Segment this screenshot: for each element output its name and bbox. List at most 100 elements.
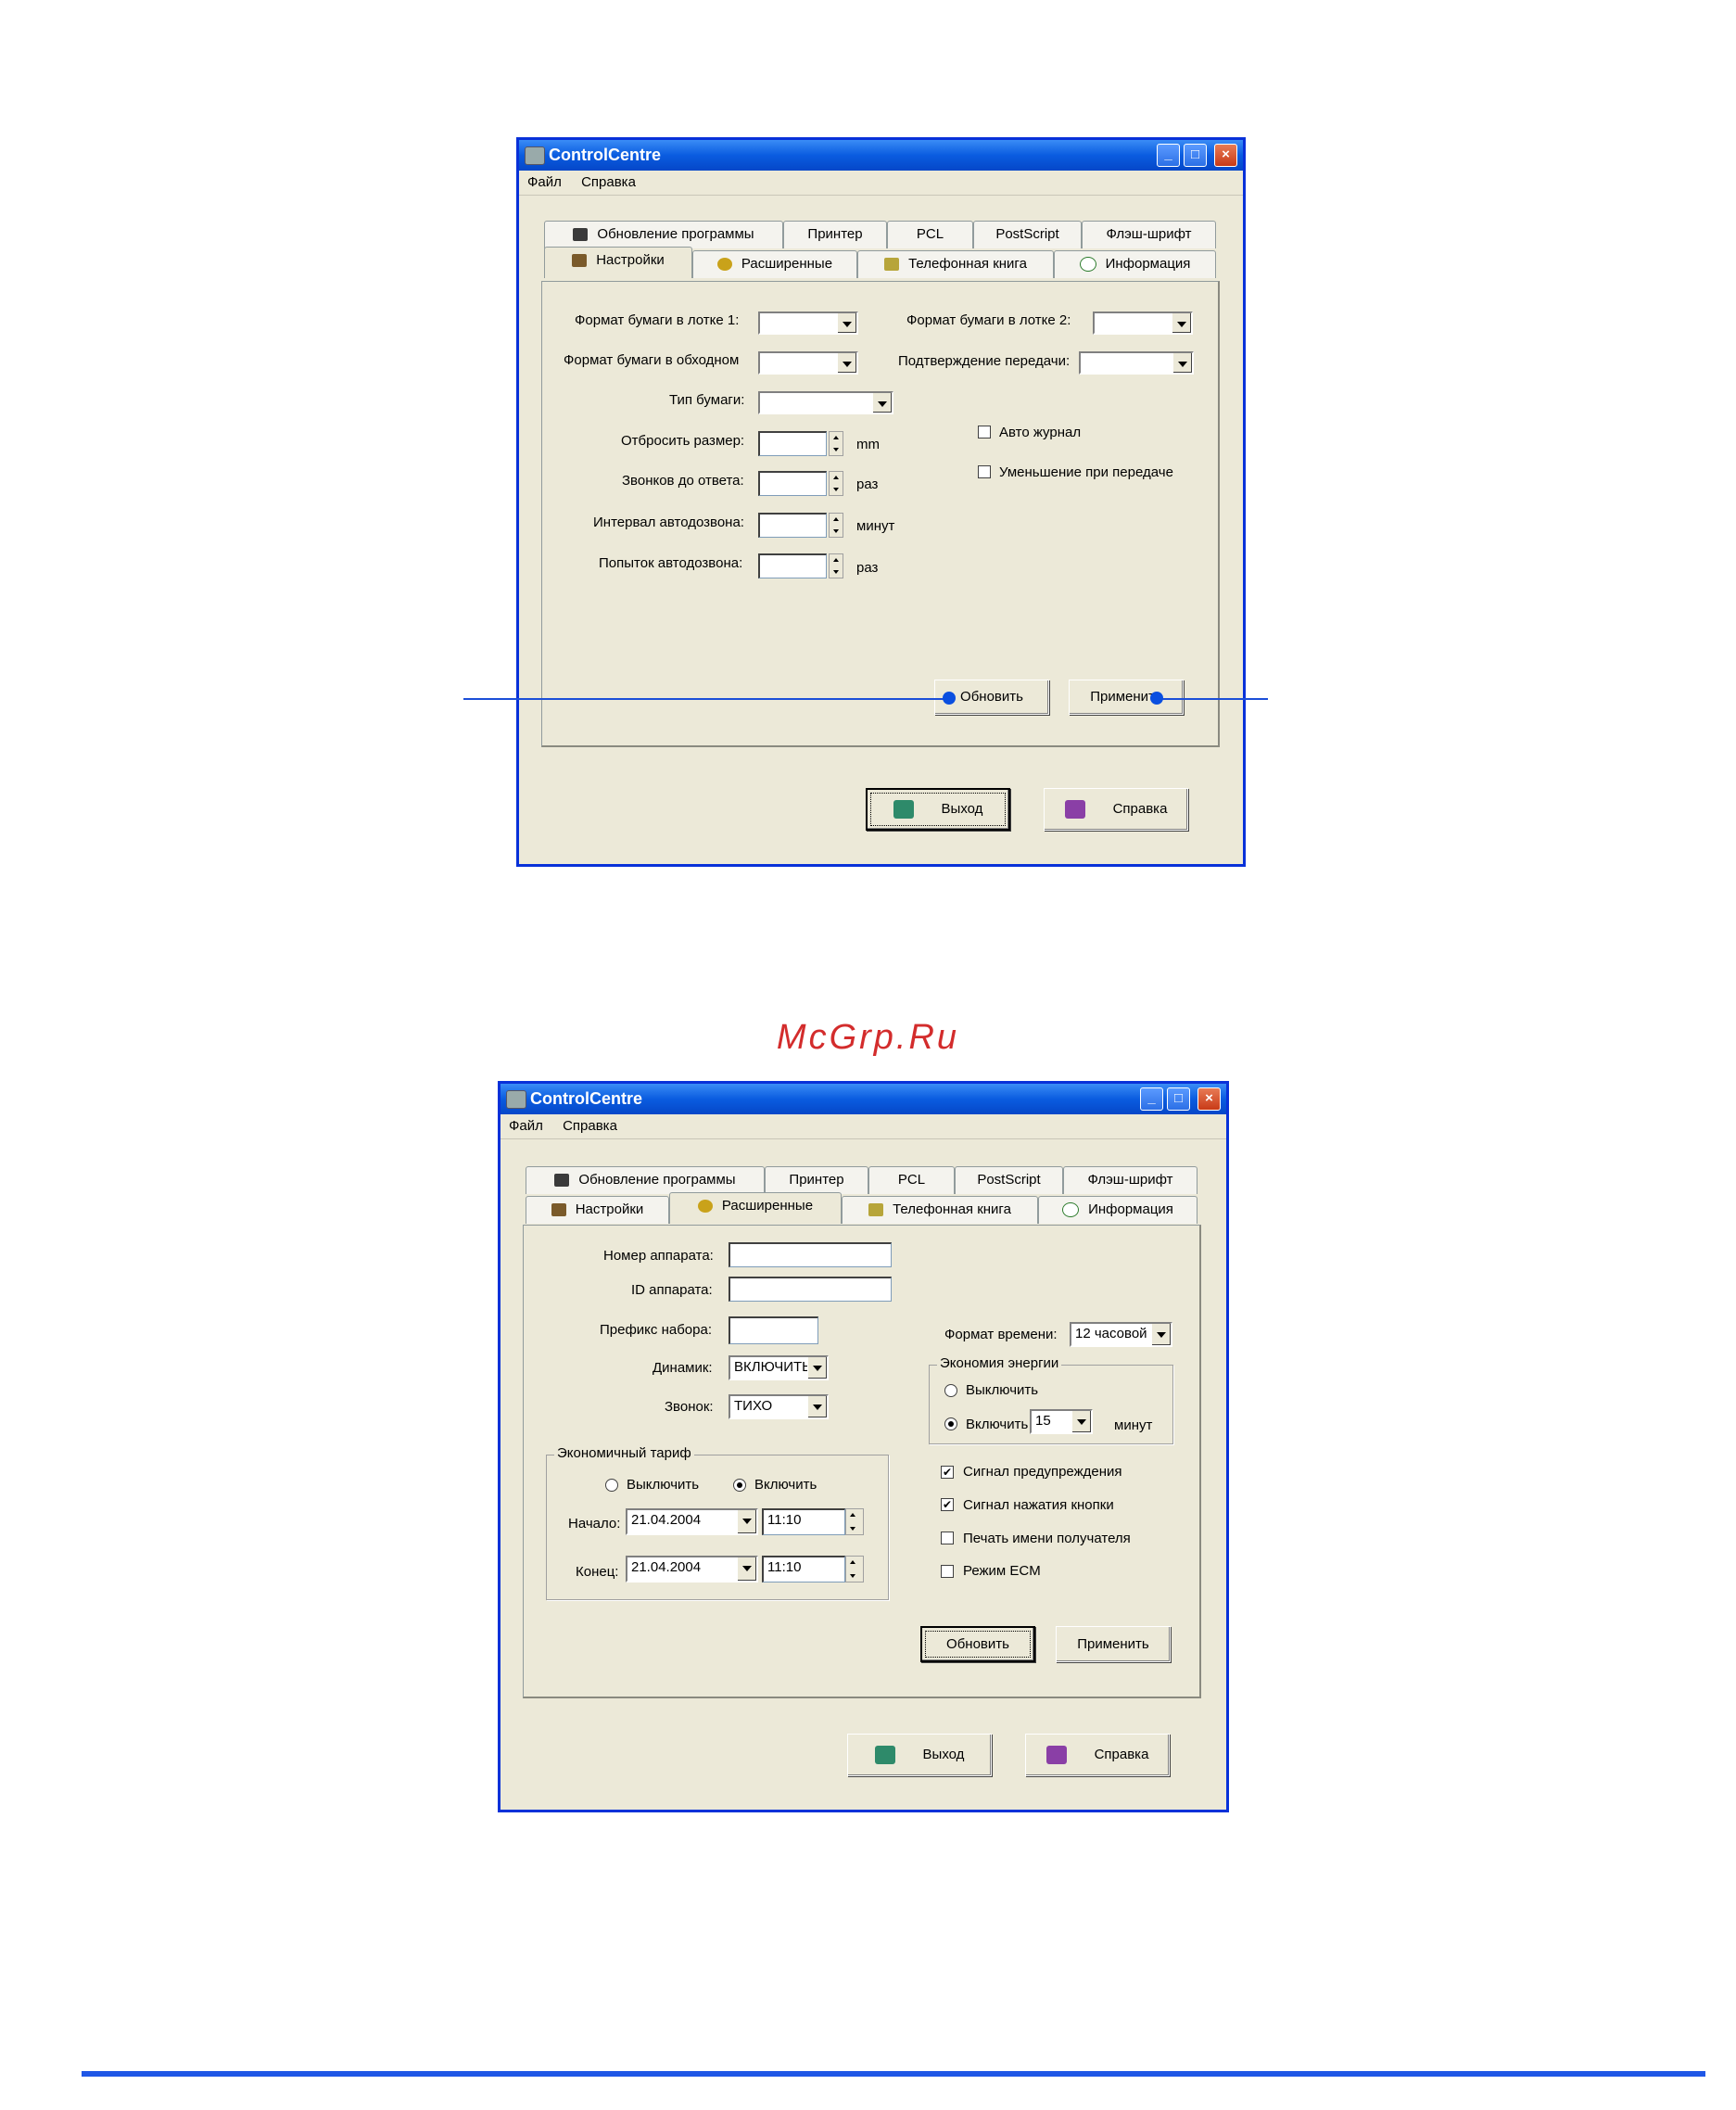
app-icon	[525, 146, 545, 165]
start-date-select[interactable]: 21.04.2004	[626, 1508, 758, 1535]
end-time-spinner[interactable]	[845, 1556, 864, 1582]
discard-label: Отбросить размер:	[621, 433, 745, 449]
chevron-down-icon[interactable]	[1172, 353, 1192, 373]
maximize-button[interactable]: □	[1167, 1087, 1190, 1111]
end-time-input[interactable]: 11:10	[762, 1556, 845, 1582]
menu-file[interactable]: Файл	[509, 1118, 543, 1134]
bypass-select[interactable]	[758, 351, 858, 375]
redial-attempts-label: Попыток автодозвона:	[599, 555, 743, 571]
tray1-select[interactable]	[758, 311, 858, 335]
tab-advanced[interactable]: Расширенные	[692, 250, 857, 278]
rings-input[interactable]	[758, 471, 827, 496]
tab-settings[interactable]: Настройки	[544, 247, 692, 278]
chevron-down-icon[interactable]	[737, 1557, 756, 1581]
redial-interval-spinner[interactable]	[829, 513, 843, 538]
tray2-label: Формат бумаги в лотке 2:	[906, 312, 1071, 328]
tools-icon	[572, 254, 588, 268]
tab-postscript[interactable]: PostScript	[973, 221, 1082, 248]
power-save-off-radio[interactable]	[944, 1384, 957, 1397]
app-icon	[506, 1090, 526, 1109]
start-time-input[interactable]: 11:10	[762, 1508, 845, 1535]
start-time-spinner[interactable]	[845, 1508, 864, 1535]
help-button[interactable]: Справка	[1044, 788, 1188, 831]
tray2-select[interactable]	[1093, 311, 1193, 335]
chevron-down-icon[interactable]	[737, 1510, 756, 1533]
redial-attempts-input[interactable]	[758, 553, 827, 578]
tariff-off-radio[interactable]	[605, 1479, 618, 1492]
refresh-button[interactable]: Обновить	[920, 1626, 1035, 1662]
tab-printer[interactable]: Принтер	[765, 1166, 868, 1194]
close-button[interactable]: ×	[1197, 1087, 1221, 1111]
rings-spinner[interactable]	[829, 471, 843, 496]
paper-type-select[interactable]	[758, 391, 893, 414]
tariff-on-radio[interactable]	[733, 1479, 746, 1492]
tab-pcl[interactable]: PCL	[887, 221, 973, 248]
tab-printer[interactable]: Принтер	[783, 221, 887, 248]
redial-interval-input[interactable]	[758, 513, 827, 538]
minimize-button[interactable]: _	[1140, 1087, 1163, 1111]
window-control-centre-advanced: ControlCentre _ □ × Файл Справка Обновле…	[498, 1081, 1229, 1812]
end-label: Конец:	[576, 1564, 619, 1580]
tab-info[interactable]: Информация	[1054, 250, 1216, 278]
chevron-down-icon[interactable]	[837, 313, 856, 333]
exit-button[interactable]: Выход	[847, 1734, 992, 1776]
ringer-select[interactable]: ТИХО	[729, 1394, 829, 1419]
close-button[interactable]: ×	[1214, 144, 1237, 167]
exit-button[interactable]: Выход	[866, 788, 1010, 831]
menu-file[interactable]: Файл	[527, 174, 562, 190]
discard-input[interactable]	[758, 431, 827, 456]
redial-interval-label: Интервал автодозвона:	[593, 515, 744, 530]
help-button[interactable]: Справка	[1025, 1734, 1170, 1776]
tab-pcl[interactable]: PCL	[868, 1166, 955, 1194]
warning-signal-checkbox[interactable]: ✔	[941, 1466, 954, 1479]
tab-phonebook[interactable]: Телефонная книга	[857, 250, 1054, 278]
chevron-down-icon[interactable]	[837, 353, 856, 373]
apply-button[interactable]: Применить	[1069, 680, 1184, 715]
gear-icon	[716, 258, 732, 272]
confirm-select[interactable]	[1079, 351, 1194, 375]
speaker-select[interactable]: ВКЛЮЧИТЬ	[729, 1355, 829, 1380]
title-bar[interactable]: ControlCentre _ □ ×	[501, 1084, 1226, 1114]
menu-help[interactable]: Справка	[581, 174, 636, 190]
chevron-down-icon[interactable]	[872, 393, 892, 413]
discard-spinner[interactable]	[829, 431, 843, 456]
help-book-icon	[1064, 800, 1085, 820]
tab-settings[interactable]: Настройки	[526, 1196, 669, 1224]
reduce-on-send-checkbox[interactable]	[978, 465, 991, 478]
key-signal-checkbox[interactable]: ✔	[941, 1498, 954, 1511]
auto-journal-checkbox[interactable]	[978, 426, 991, 439]
menu-help[interactable]: Справка	[563, 1118, 617, 1134]
power-save-unit: минут	[1114, 1417, 1153, 1433]
minimize-button[interactable]: _	[1157, 144, 1180, 167]
time-format-select[interactable]: 12 часовой	[1070, 1322, 1172, 1347]
tab-postscript[interactable]: PostScript	[955, 1166, 1063, 1194]
dial-prefix-input[interactable]	[729, 1316, 818, 1344]
tab-info[interactable]: Информация	[1038, 1196, 1197, 1224]
redial-attempts-spinner[interactable]	[829, 553, 843, 578]
chevron-down-icon[interactable]	[1172, 313, 1191, 333]
tab-flash-font[interactable]: Флэш-шрифт	[1082, 221, 1216, 248]
maximize-button[interactable]: □	[1184, 144, 1207, 167]
tab-advanced[interactable]: Расширенные	[669, 1192, 842, 1224]
ecm-checkbox[interactable]	[941, 1565, 954, 1578]
apply-button[interactable]: Применить	[1056, 1626, 1171, 1662]
end-date-select[interactable]: 21.04.2004	[626, 1556, 758, 1582]
dial-prefix-label: Префикс набора:	[600, 1322, 712, 1338]
chevron-down-icon[interactable]	[1151, 1324, 1171, 1345]
chevron-down-icon[interactable]	[1071, 1411, 1091, 1432]
device-id-input[interactable]	[729, 1277, 892, 1302]
chevron-down-icon[interactable]	[807, 1396, 827, 1417]
tab-phonebook[interactable]: Телефонная книга	[842, 1196, 1038, 1224]
tab-flash-font[interactable]: Флэш-шрифт	[1063, 1166, 1197, 1194]
device-number-input[interactable]	[729, 1242, 892, 1267]
tab-firmware-update[interactable]: Обновление программы	[526, 1166, 765, 1194]
tab-firmware-update[interactable]: Обновление программы	[544, 221, 783, 248]
power-save-on-radio[interactable]	[944, 1417, 957, 1430]
print-recipient-checkbox[interactable]	[941, 1532, 954, 1544]
chevron-down-icon[interactable]	[807, 1357, 827, 1379]
power-save-minutes-select[interactable]: 15	[1030, 1409, 1093, 1434]
tray1-label: Формат бумаги в лотке 1:	[575, 312, 740, 328]
info-icon	[1079, 257, 1096, 273]
phonebook-icon	[868, 1203, 884, 1217]
title-bar[interactable]: ControlCentre _ □ ×	[519, 140, 1243, 171]
